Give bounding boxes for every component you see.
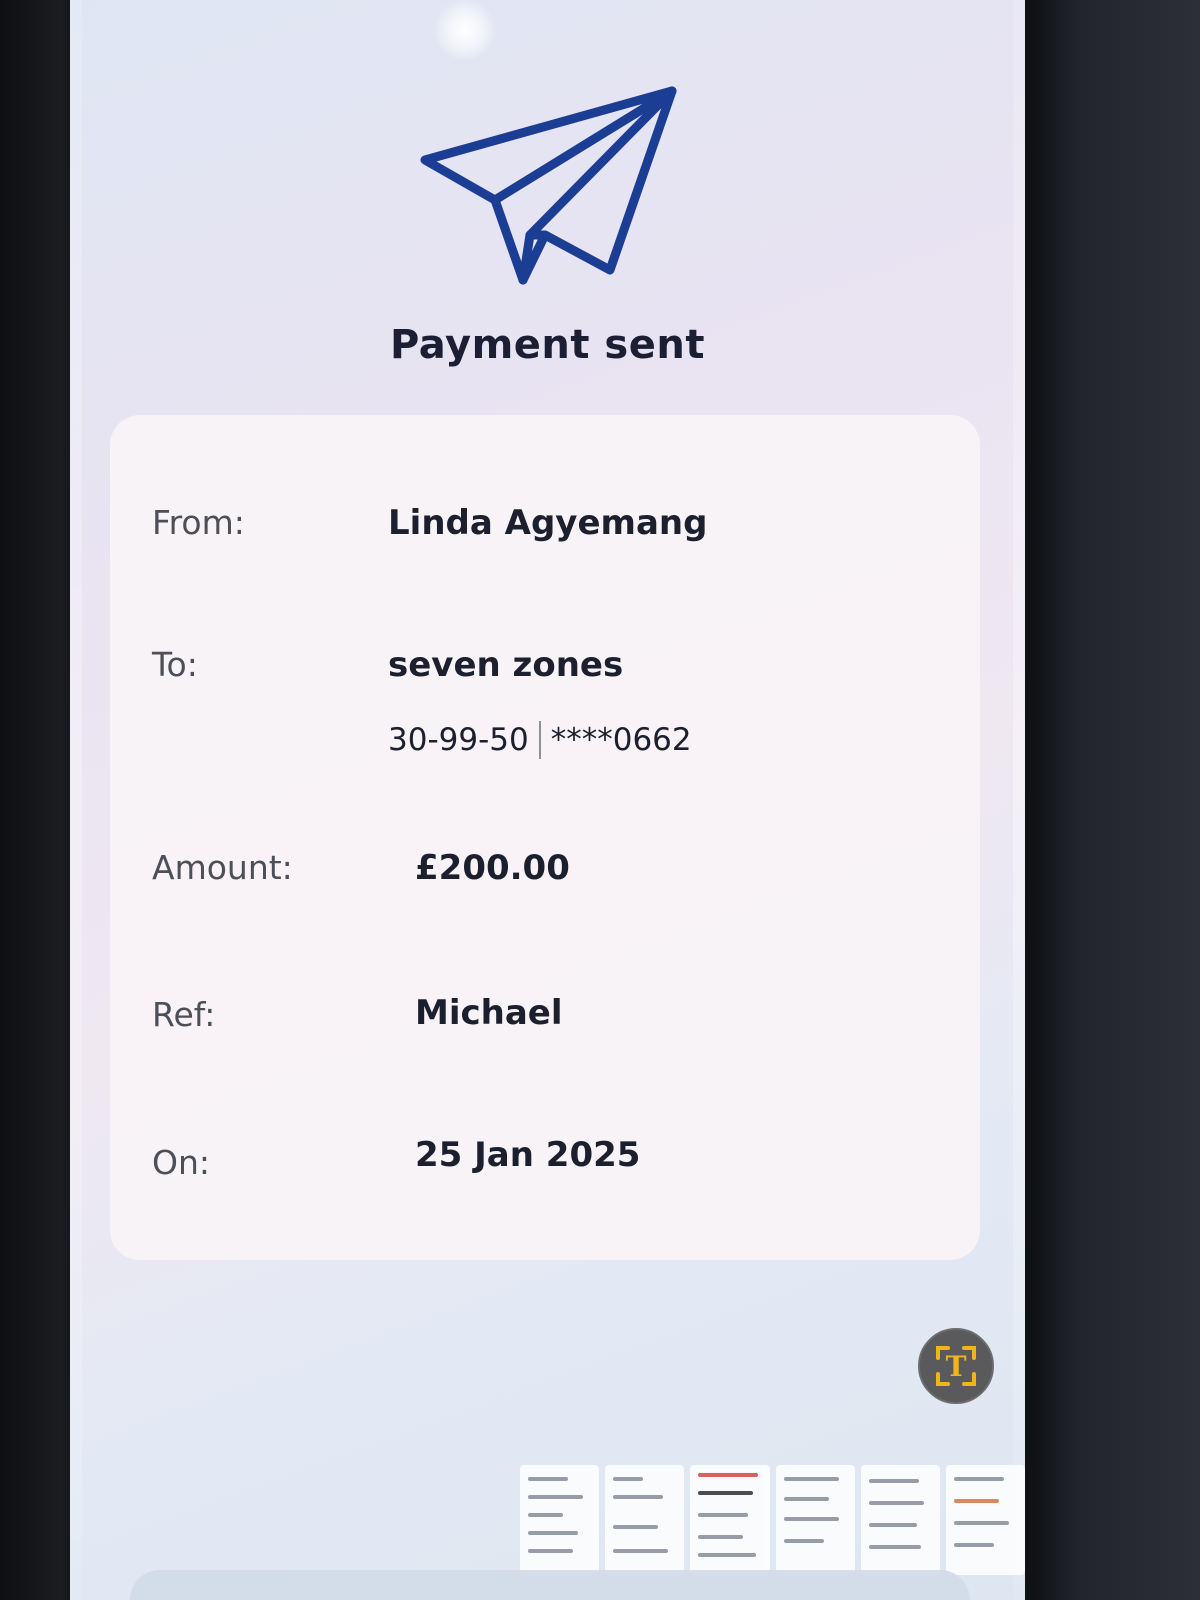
on-value: 25 Jan 2025 [415, 1135, 641, 1175]
account-divider [538, 721, 541, 759]
recent-app-thumbnail[interactable] [520, 1465, 600, 1575]
on-label: On: [152, 1143, 211, 1182]
ref-label: Ref: [152, 995, 216, 1034]
recent-app-thumbnail[interactable] [605, 1465, 685, 1575]
recent-app-thumbnail[interactable] [945, 1465, 1025, 1575]
screen-edge-left [70, 0, 82, 1600]
recent-app-thumbnail[interactable] [860, 1465, 940, 1575]
recent-app-thumbnail[interactable] [775, 1465, 855, 1575]
to-value: seven zones [388, 645, 624, 685]
payment-details-card: From: Linda Agyemang To: seven zones 30-… [110, 415, 980, 1260]
paper-plane-icon [420, 86, 677, 285]
scan-text-icon: T [936, 1346, 976, 1386]
amount-label: Amount: [152, 848, 293, 887]
recipient-account-line: 30-99-50 ****0662 [388, 721, 692, 759]
ref-value: Michael [415, 993, 563, 1033]
phone-frame: Payment sent From: Linda Agyemang To: se… [0, 0, 1200, 1600]
page-title: Payment sent [390, 322, 705, 368]
from-value: Linda Agyemang [388, 503, 708, 543]
to-label: To: [152, 645, 198, 684]
amount-value: £200.00 [415, 848, 570, 888]
recent-app-thumbnail[interactable] [690, 1465, 770, 1575]
scan-text-glyph: T [946, 1350, 967, 1383]
screen: Payment sent From: Linda Agyemang To: se… [70, 0, 1025, 1600]
camera-glare [435, 0, 495, 60]
recent-apps-strip [520, 1465, 1025, 1575]
account-number-masked: ****0662 [550, 722, 692, 758]
from-label: From: [152, 503, 245, 542]
sort-code: 30-99-50 [388, 722, 529, 758]
screen-edge-right [1013, 0, 1025, 1600]
bottom-navigation-bar[interactable] [130, 1570, 970, 1600]
scan-text-button[interactable]: T [918, 1328, 994, 1404]
